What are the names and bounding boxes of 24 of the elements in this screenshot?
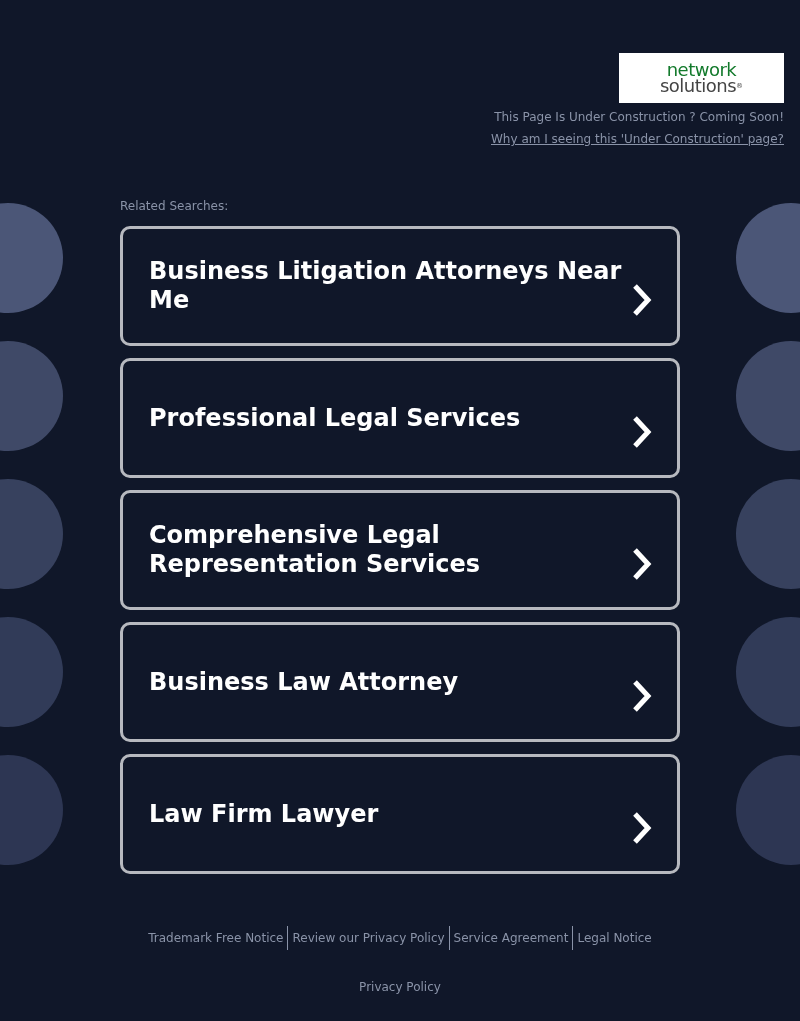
logo-text: network — [666, 61, 737, 78]
footer-link[interactable]: Trademark Free Notice — [144, 926, 288, 950]
construction-notice: This Page Is Under Construction ? Coming Soon! — [494, 110, 784, 124]
footer-link[interactable]: Legal Notice — [573, 926, 656, 950]
section-label: Related Searches: — [120, 199, 230, 213]
chevron-icon — [631, 283, 653, 317]
search-card[interactable]: Law Firm Lawyer — [120, 754, 680, 874]
footer-link[interactable]: Privacy Policy — [359, 980, 441, 994]
search-title: Law Firm Lawyer — [149, 799, 380, 829]
search-title: Professional Legal Services — [149, 403, 522, 433]
search-card[interactable]: Business Law Attorney — [120, 622, 680, 742]
chevron-icon — [631, 811, 653, 845]
search-title: Business Law Attorney — [149, 667, 460, 697]
footer-link[interactable]: Service Agreement — [449, 926, 573, 950]
search-title: Comprehensive Legal Representation Services — [149, 521, 482, 579]
footer-link[interactable]: Review our Privacy Policy — [288, 926, 449, 950]
chevron-icon — [631, 415, 653, 449]
search-card[interactable]: Professional Legal Services — [120, 358, 680, 478]
search-card[interactable]: Business Litigation Attorneys Near Me — [120, 226, 680, 346]
search-title: Business Litigation Attorneys Near Me — [149, 257, 623, 315]
info-link[interactable]: Why am I seeing this 'Under Construction' page? — [491, 132, 784, 146]
chevron-icon — [631, 547, 653, 581]
chevron-icon — [631, 679, 653, 713]
search-card[interactable]: Comprehensive Legal Representation Services — [120, 490, 680, 610]
